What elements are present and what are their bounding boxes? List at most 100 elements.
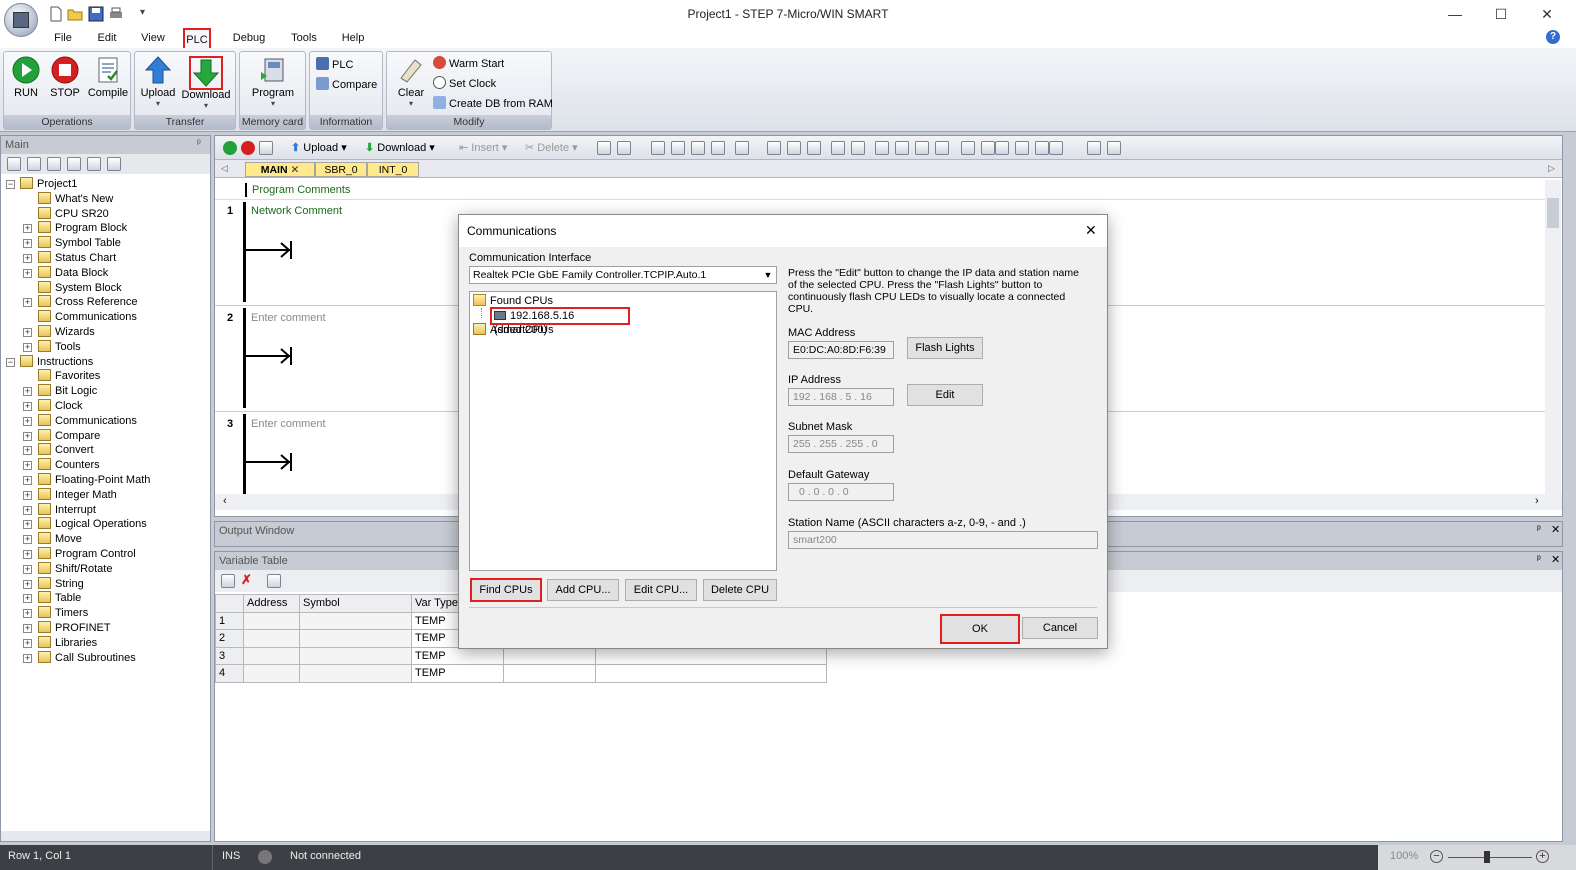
tree-expander-icon[interactable]: + (23, 490, 32, 500)
tree-item[interactable]: Bit Logic (38, 384, 97, 399)
tree-item[interactable]: Communications (38, 310, 137, 325)
table-cell[interactable] (503, 664, 596, 683)
pin-icon[interactable]: ᵖ (197, 138, 201, 149)
tree-item[interactable]: Table (38, 591, 81, 606)
interface-select[interactable]: Realtek PCIe GbE Family Controller.TCPIP… (469, 266, 777, 284)
download-dropdown-icon[interactable]: ▾ (181, 101, 231, 110)
flash-lights-button[interactable]: Flash Lights (907, 337, 983, 359)
default-gateway-field[interactable]: 0 . 0 . 0 . 0 (788, 483, 894, 501)
editor-tool-icon[interactable] (1049, 141, 1063, 155)
run-button[interactable]: RUN (8, 56, 44, 99)
program-card-button[interactable]: Program ▾ (246, 56, 300, 108)
editor-tool-icon[interactable] (1087, 141, 1101, 155)
editor-tool-icon[interactable] (671, 141, 685, 155)
tree-item[interactable]: Status Chart (38, 251, 116, 266)
chevron-down-icon[interactable]: ▼ (760, 267, 776, 283)
table-cell[interactable] (595, 646, 827, 665)
editor-tool-icon[interactable] (711, 141, 725, 155)
tree-item[interactable]: Data Block (38, 265, 108, 281)
column-address[interactable]: Address (243, 594, 300, 613)
tree-item[interactable]: Shift/Rotate (38, 561, 112, 577)
tree-expander-icon[interactable]: + (23, 594, 32, 604)
tree-expander-icon[interactable]: + (23, 387, 32, 397)
tree-item[interactable]: Floating-Point Math (38, 473, 150, 488)
editor-tool-icon[interactable] (851, 141, 865, 155)
table-cell[interactable] (243, 646, 300, 665)
editor-tool-icon[interactable] (1035, 141, 1049, 155)
clear-button[interactable]: Clear ▾ (391, 56, 431, 108)
run-small-icon[interactable] (223, 141, 237, 155)
variable-tool-icon[interactable] (267, 574, 281, 588)
editor-tool-icon[interactable] (895, 141, 909, 155)
tree-item[interactable]: Program Control (38, 547, 136, 562)
subnet-mask-field[interactable]: 255 . 255 . 255 . 0 (788, 435, 894, 453)
editor-tool-icon[interactable] (961, 141, 975, 155)
tree-expander-icon[interactable]: + (23, 254, 32, 263)
table-cell[interactable] (595, 664, 827, 683)
tree-item[interactable]: Cross Reference (38, 295, 138, 310)
compare-button[interactable]: Compare (316, 76, 377, 94)
compile-button[interactable]: Compile (86, 56, 130, 99)
tree-item[interactable]: PROFINET (38, 621, 111, 636)
found-cpus-node[interactable]: Found CPUs (473, 294, 553, 307)
editor-tool-icon[interactable] (691, 141, 705, 155)
editor-tool-icon[interactable] (597, 141, 611, 155)
tree-item[interactable]: Logical Operations (38, 517, 147, 532)
column-symbol[interactable]: Symbol (299, 594, 412, 613)
tree-expander-icon[interactable]: + (23, 624, 32, 633)
tree-expander-icon[interactable]: + (23, 461, 32, 471)
editor-tool-icon[interactable] (875, 141, 889, 155)
tree-tool-icon[interactable] (67, 157, 81, 171)
tree-item[interactable]: Symbol Table (38, 236, 121, 251)
create-db-button[interactable]: Create DB from RAM (433, 95, 553, 113)
table-cell[interactable] (299, 629, 412, 648)
output-pin-icon[interactable]: ᵖ (1537, 524, 1541, 535)
editor-tool-icon[interactable] (981, 141, 995, 155)
cancel-button[interactable]: Cancel (1022, 617, 1098, 639)
tree-expander-icon[interactable]: + (23, 653, 32, 663)
menu-tools[interactable]: Tools (285, 28, 323, 48)
tree-item[interactable]: Communications (38, 413, 137, 429)
menu-view[interactable]: View (135, 28, 171, 48)
tree-item[interactable]: Timers (38, 606, 88, 621)
tree-expander-icon[interactable]: + (23, 298, 32, 308)
editor-vscrollbar[interactable] (1545, 180, 1561, 500)
editor-tool-icon[interactable] (651, 141, 665, 155)
vartable-close-icon[interactable]: ✕ (1551, 553, 1560, 566)
zoom-slider[interactable] (1448, 857, 1532, 858)
insert-row-icon[interactable] (221, 574, 235, 588)
application-orb-button[interactable] (4, 3, 38, 37)
tree-expander-icon[interactable]: + (23, 564, 32, 574)
tree-expander-icon[interactable]: + (23, 342, 32, 352)
table-cell[interactable] (243, 664, 300, 683)
scroll-left-icon[interactable]: ‹ (223, 495, 227, 507)
table-cell[interactable]: TEMP (411, 646, 504, 665)
program-comments[interactable]: Program Comments (245, 183, 350, 197)
delete-cpu-button[interactable]: Delete CPU (703, 579, 777, 601)
tab-close-icon[interactable]: ✕ (290, 164, 299, 176)
tree-item[interactable]: Convert (38, 443, 94, 458)
tree-item[interactable]: Project1 (20, 177, 77, 192)
tree-expander-icon[interactable]: + (23, 505, 32, 515)
added-cpus-node[interactable]: Added CPUs (473, 323, 554, 336)
ok-button[interactable]: OK (940, 614, 1020, 644)
editor-tool-icon[interactable] (1015, 141, 1029, 155)
network-comment[interactable]: Enter comment (251, 312, 326, 324)
ip-address-field[interactable]: 192 . 168 . 5 . 16 (788, 388, 894, 406)
table-row[interactable]: 3 TEMP (215, 646, 827, 665)
clear-dropdown-icon[interactable]: ▾ (391, 99, 431, 108)
close-icon[interactable]: ✕ (1524, 0, 1570, 28)
tree-item[interactable]: Wizards (38, 325, 95, 340)
tab-int0[interactable]: INT_0 (367, 162, 419, 177)
tree-tool-icon[interactable] (27, 157, 41, 171)
help-icon[interactable]: ? (1546, 30, 1560, 44)
download-button[interactable]: Download ▾ (181, 56, 231, 110)
warm-start-button[interactable]: Warm Start (433, 55, 504, 73)
tree-expander-icon[interactable]: + (23, 609, 32, 619)
zoom-slider-thumb[interactable] (1484, 851, 1490, 863)
tree-item[interactable]: CPU SR20 (38, 206, 109, 222)
add-cpu-button[interactable]: Add CPU... (547, 579, 619, 601)
tree-expander-icon[interactable]: + (23, 535, 32, 545)
tree-expander-icon[interactable]: + (23, 431, 32, 441)
tree-item[interactable]: Counters (38, 458, 100, 473)
